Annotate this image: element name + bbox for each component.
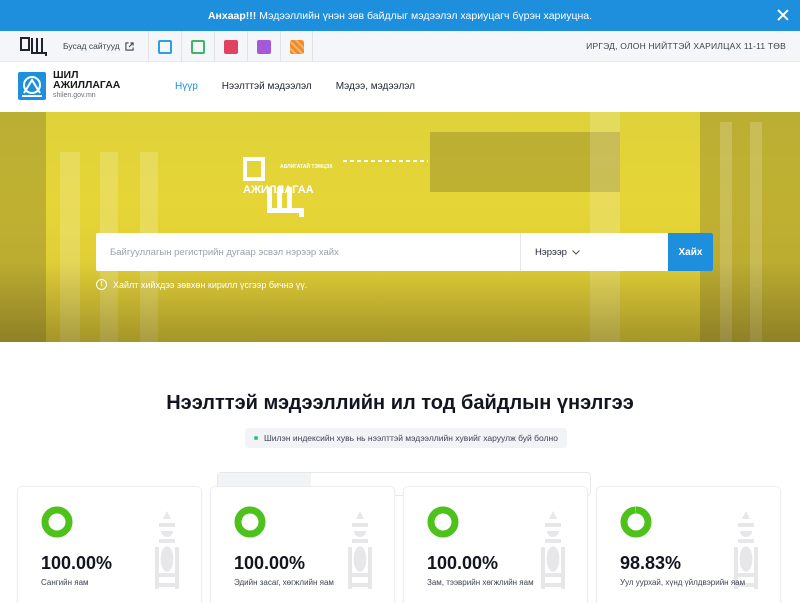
- progress-ring: [41, 506, 73, 538]
- score-value: 100.00%: [41, 553, 113, 573]
- soyombo-emblem-icon: [348, 511, 372, 589]
- top-strip: Бусад сайтууд ИРГЭД, ОЛОН НИЙТТЭЙ ХАРИЛЦ…: [0, 31, 800, 62]
- progress-ring: [620, 506, 652, 538]
- search-type-select[interactable]: Нэрээр: [520, 233, 668, 271]
- alert-message: Мэдээллийн үнэн зөв байдлыг мэдээлэл хар…: [259, 9, 593, 22]
- shil-emblem-icon: [18, 71, 46, 100]
- section-subtitle-text: Шилэн индексийн хувь нь нээлттэй мэдээлл…: [264, 433, 558, 443]
- quick-link-pencil[interactable]: [247, 31, 280, 62]
- section-subtitle: Шилэн индексийн хувь нь нээлттэй мэдээлл…: [245, 428, 567, 448]
- quick-link-grid[interactable]: [280, 31, 313, 62]
- score-value: 100.00%: [427, 553, 499, 573]
- score-label: Эдийн засаг, хөгжлийн яам: [234, 578, 334, 587]
- info-icon: !: [96, 279, 107, 290]
- main-nav: Нүүр Нээлттэй мэдээлэл Мэдээ, мэдээлэл: [175, 81, 415, 92]
- shil-logo-small[interactable]: [20, 37, 50, 57]
- brand-line2: АЖИЛЛАГАА: [53, 79, 121, 91]
- other-sites-label: Бусад сайтууд: [63, 41, 120, 51]
- contact-center: ИРГЭД, ОЛОН НИЙТТЭЙ ХАРИЛЦАХ 11-11 ТӨВ: [586, 41, 786, 51]
- chart-icon: [191, 39, 205, 54]
- section-title: Нээлттэй мэдээллийн ил тод байдлын үнэлг…: [166, 392, 634, 414]
- soyombo-emblem-icon: [155, 511, 179, 589]
- search-type-value: Нэрээр: [535, 246, 567, 258]
- soyombo-emblem-icon: [734, 511, 758, 589]
- brand-domain: shilen.gov.mn: [53, 92, 96, 99]
- nav-open-data[interactable]: Нээлттэй мэдээлэл: [222, 81, 312, 92]
- score-cards: 100.00% Сангийн яам 100.00% Эдийн засаг,…: [17, 486, 783, 603]
- progress-ring: [234, 506, 266, 538]
- search-hint-text: Хайлт хийхдээ зөвхөн кирилл үсгээр бичнэ…: [113, 279, 308, 290]
- score-card[interactable]: 100.00% Зам, тээврийн хөгжлийн яам: [403, 486, 588, 603]
- search-hint: ! Хайлт хийхдээ зөвхөн кирилл үсгээр бич…: [96, 279, 307, 290]
- brand-logo[interactable]: ШИЛ АЖИЛЛАГАА shilen.gov.mn: [17, 70, 120, 101]
- chevron-down-icon: [572, 249, 580, 255]
- external-link-icon: [125, 41, 134, 51]
- soyombo-emblem-icon: [541, 511, 565, 589]
- score-card[interactable]: 100.00% Сангийн яам: [17, 486, 202, 603]
- hero-shil-logo: АВЛИГАТАЙ ТЭМЦЭХ АЖИЛЛАГАА: [243, 157, 428, 217]
- quick-links: [148, 31, 313, 62]
- other-sites-link[interactable]: Бусад сайтууд: [63, 41, 134, 51]
- progress-ring: [427, 506, 459, 538]
- score-value: 98.83%: [620, 553, 682, 573]
- search-button[interactable]: Хайх: [668, 233, 713, 271]
- quick-link-flag[interactable]: [214, 31, 247, 62]
- nav-home[interactable]: Нүүр: [175, 81, 198, 92]
- navbar: ШИЛ АЖИЛЛАГАА shilen.gov.mn Нүүр Нээлттэ…: [0, 62, 800, 112]
- score-card[interactable]: 100.00% Эдийн засаг, хөгжлийн яам: [210, 486, 395, 603]
- grid-icon: [289, 39, 304, 54]
- hero-logo-big: АЖИЛЛАГАА: [243, 184, 314, 196]
- hero-shade: [0, 262, 800, 342]
- close-icon[interactable]: [776, 8, 790, 22]
- page-icon: [158, 39, 172, 54]
- green-dot-icon: [254, 436, 258, 440]
- alert-prefix: Анхаар!!!: [207, 9, 257, 22]
- quick-link-chart[interactable]: [181, 31, 214, 62]
- pencil-icon: [257, 39, 271, 54]
- search-bar: Нэрээр Хайх: [96, 233, 713, 271]
- score-label: Зам, тээврийн хөгжлийн яам: [427, 578, 534, 587]
- search-input[interactable]: [96, 233, 520, 271]
- hero: АВЛИГАТАЙ ТЭМЦЭХ АЖИЛЛАГАА Нэрээр Хайх !…: [0, 112, 800, 342]
- score-value: 100.00%: [234, 553, 306, 573]
- score-card[interactable]: 98.83% Уул уурхай, хүнд үйлдвэрийн яам: [596, 486, 781, 603]
- hero-logo-small: АВЛИГАТАЙ ТЭМЦЭХ: [280, 162, 333, 170]
- flag-icon: [224, 39, 238, 54]
- alert-banner: Анхаар!!! Мэдээллийн үнэн зөв байдлыг мэ…: [0, 0, 800, 31]
- score-label: Сангийн яам: [41, 578, 89, 587]
- nav-news[interactable]: Мэдээ, мэдээлэл: [336, 81, 415, 92]
- quick-link-page[interactable]: [148, 31, 181, 62]
